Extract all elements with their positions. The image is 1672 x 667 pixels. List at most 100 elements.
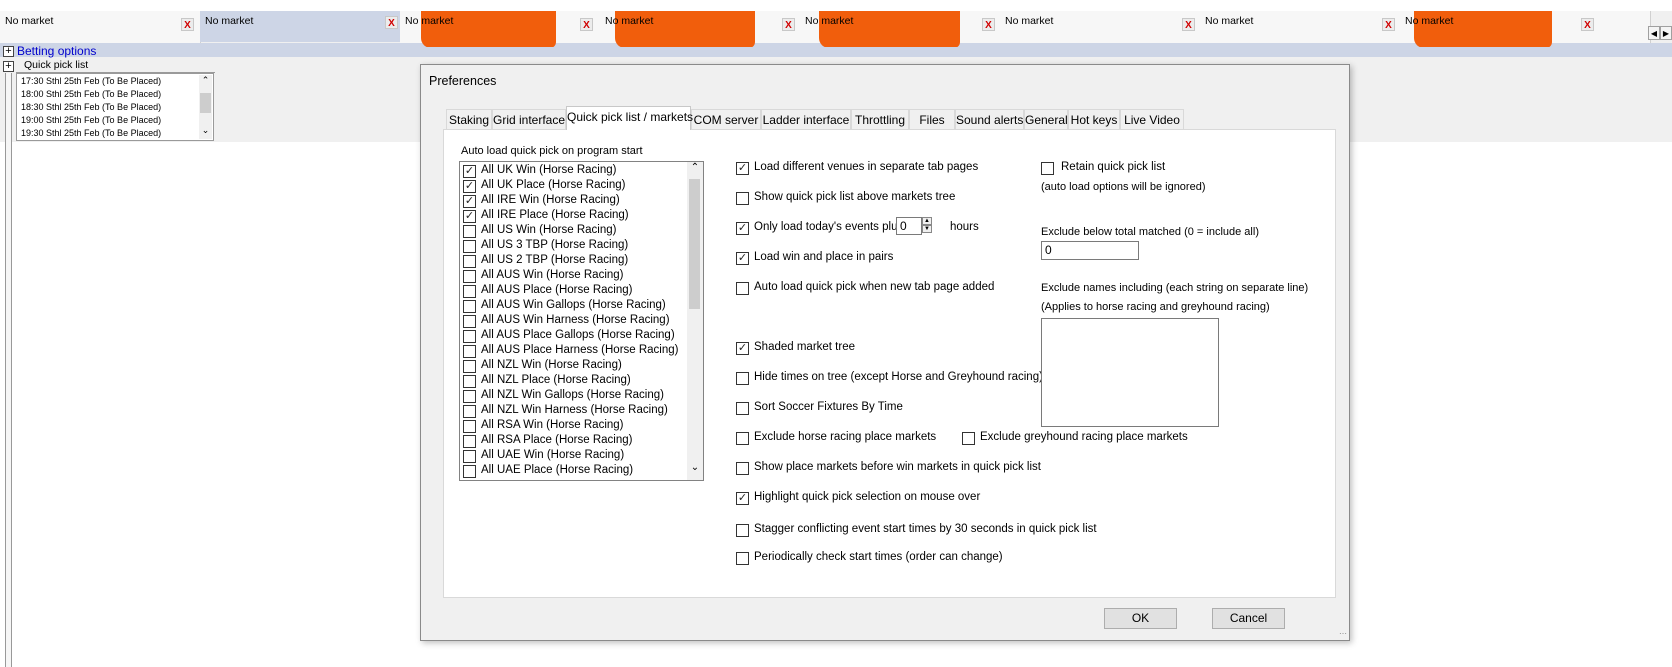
checkbox-shaded-tree[interactable]: ✓ [736, 342, 749, 355]
list-item-checkbox[interactable] [463, 450, 476, 463]
checkbox-highlight-mouse[interactable]: ✓ [736, 492, 749, 505]
list-item-checkbox[interactable] [463, 375, 476, 388]
market-tab-active[interactable]: No market X [200, 11, 401, 42]
list-item-checkbox[interactable] [463, 390, 476, 403]
option-label: Exclude horse racing place markets [754, 431, 937, 443]
close-icon[interactable]: X [580, 18, 593, 31]
exclude-names-textarea[interactable] [1041, 318, 1219, 427]
exclude-matched-input[interactable]: 0 [1041, 241, 1139, 260]
scroll-right-icon[interactable]: ▶ [1660, 26, 1672, 40]
list-item-checkbox[interactable] [463, 240, 476, 253]
list-item-checkbox[interactable]: ✓ [463, 180, 476, 193]
checkbox-place-before-win[interactable] [736, 462, 749, 475]
market-tab[interactable]: No market X [400, 11, 601, 47]
close-icon[interactable]: X [1581, 18, 1594, 31]
autoload-listbox[interactable]: ⌃ ⌄ ✓ All UK Win (Horse Racing) ✓ All UK Pl… [459, 161, 704, 481]
scrollbar-thumb[interactable] [689, 179, 700, 309]
list-item-label: All AUS Place (Horse Racing) [481, 284, 633, 296]
list-item[interactable]: 18:30 Sthl 25th Feb (To Be Placed) [21, 102, 161, 112]
market-tab-label: No market [1205, 15, 1254, 27]
list-item-checkbox[interactable]: ✓ [463, 210, 476, 223]
market-tab[interactable]: No market X [800, 11, 1001, 47]
option-label: Shaded market tree [754, 341, 856, 353]
list-item-checkbox[interactable] [463, 330, 476, 343]
chevron-down-icon[interactable]: ⌄ [687, 462, 703, 473]
list-item-checkbox[interactable]: ✓ [463, 165, 476, 178]
list-item-checkbox[interactable] [463, 300, 476, 313]
checkbox-sort-soccer[interactable] [736, 402, 749, 415]
chevron-up-icon[interactable]: ⌃ [199, 75, 212, 86]
list-item[interactable]: 19:00 Sthl 25th Feb (To Be Placed) [21, 115, 161, 125]
list-item-checkbox[interactable] [463, 435, 476, 448]
spin-up-icon[interactable]: ▲ [922, 217, 932, 225]
resize-grip-icon[interactable]: ⋯ [1339, 629, 1347, 638]
close-icon[interactable]: X [982, 18, 995, 31]
close-icon[interactable]: X [385, 16, 398, 29]
tab-files[interactable]: Files [909, 109, 955, 129]
tab-general[interactable]: General [1024, 109, 1068, 129]
chevron-up-icon[interactable]: ⌃ [687, 162, 703, 173]
hours-input[interactable]: 0 [896, 217, 922, 235]
cancel-button[interactable]: Cancel [1212, 608, 1285, 629]
tab-com-server[interactable]: COM server [691, 109, 761, 129]
tab-live-video[interactable]: Live Video [1120, 109, 1184, 129]
market-tab[interactable]: No market X [1400, 11, 1651, 47]
list-item-checkbox[interactable] [463, 315, 476, 328]
market-tab[interactable]: No market X [0, 11, 201, 47]
checkbox-only-today[interactable]: ✓ [736, 222, 749, 235]
list-item-checkbox[interactable] [463, 420, 476, 433]
market-tab[interactable]: No market X [600, 11, 801, 47]
list-item[interactable]: 19:30 Sthl 25th Feb (To Be Placed) [21, 128, 161, 138]
tab-hot-keys[interactable]: Hot keys [1068, 109, 1120, 129]
list-item[interactable]: 18:00 Sthl 25th Feb (To Be Placed) [21, 89, 161, 99]
list-item-checkbox[interactable] [463, 285, 476, 298]
checkbox-periodic-check[interactable] [736, 552, 749, 565]
checkbox-autoload-new-tab[interactable] [736, 282, 749, 295]
tab-throttling[interactable]: Throttling [851, 109, 909, 129]
ok-button[interactable]: OK [1104, 608, 1177, 629]
chevron-down-icon[interactable]: ⌄ [199, 125, 212, 136]
tab-grid-interface[interactable]: Grid interface [492, 109, 566, 129]
tab-staking[interactable]: Staking [446, 109, 492, 129]
list-item-label: All AUS Place Harness (Horse Racing) [481, 344, 679, 356]
tab-quick-pick-markets[interactable]: Quick pick list / markets [566, 106, 693, 130]
list-item-checkbox[interactable] [463, 270, 476, 283]
scrollbar[interactable]: ⌃ ⌄ [687, 162, 703, 480]
checkbox-retain-list[interactable] [1041, 162, 1054, 175]
list-item-label: All IRE Place (Horse Racing) [481, 209, 629, 221]
expand-betting-options-icon[interactable]: + [3, 46, 14, 57]
expand-quick-pick-icon[interactable]: + [3, 61, 14, 72]
list-item-checkbox[interactable] [463, 225, 476, 238]
checkbox-win-place-pairs[interactable]: ✓ [736, 252, 749, 265]
tab-sound-alerts[interactable]: Sound alerts [955, 109, 1024, 129]
tab-ladder-interface[interactable]: Ladder interface [761, 109, 851, 129]
checkbox-exclude-grey-place[interactable] [962, 432, 975, 445]
betting-options-link[interactable]: Betting options [17, 44, 96, 58]
scroll-left-icon[interactable]: ◀ [1648, 26, 1660, 40]
market-tab[interactable]: No market X [1000, 11, 1201, 47]
list-item-checkbox[interactable] [463, 360, 476, 373]
checkbox-hide-times[interactable] [736, 372, 749, 385]
list-item-checkbox[interactable] [463, 465, 476, 478]
scrollbar[interactable]: ⌃ ⌄ [199, 75, 212, 139]
list-item-checkbox[interactable] [463, 405, 476, 418]
list-item-checkbox[interactable]: ✓ [463, 195, 476, 208]
list-item-label: All US 2 TBP (Horse Racing) [481, 254, 629, 266]
list-item-checkbox[interactable] [463, 345, 476, 358]
list-item[interactable]: 17:30 Sthl 25th Feb (To Be Placed) [21, 76, 161, 86]
checkbox-exclude-horse-place[interactable] [736, 432, 749, 445]
checkbox-show-above-tree[interactable] [736, 192, 749, 205]
close-icon[interactable]: X [1182, 18, 1195, 31]
close-icon[interactable]: X [1382, 18, 1395, 31]
quick-pick-list[interactable]: 17:30 Sthl 25th Feb (To Be Placed) 18:00… [16, 73, 214, 141]
list-item-checkbox[interactable] [463, 255, 476, 268]
list-item-label: All AUS Win Gallops (Horse Racing) [481, 299, 666, 311]
checkbox-stagger[interactable] [736, 524, 749, 537]
close-icon[interactable]: X [181, 18, 194, 31]
market-tab[interactable]: No market X [1200, 11, 1401, 47]
scrollbar-thumb[interactable] [200, 93, 211, 113]
spin-down-icon[interactable]: ▼ [922, 225, 932, 233]
checkbox-load-venues-separate[interactable]: ✓ [736, 162, 749, 175]
close-icon[interactable]: X [782, 18, 795, 31]
splitter-bar[interactable] [5, 73, 12, 667]
